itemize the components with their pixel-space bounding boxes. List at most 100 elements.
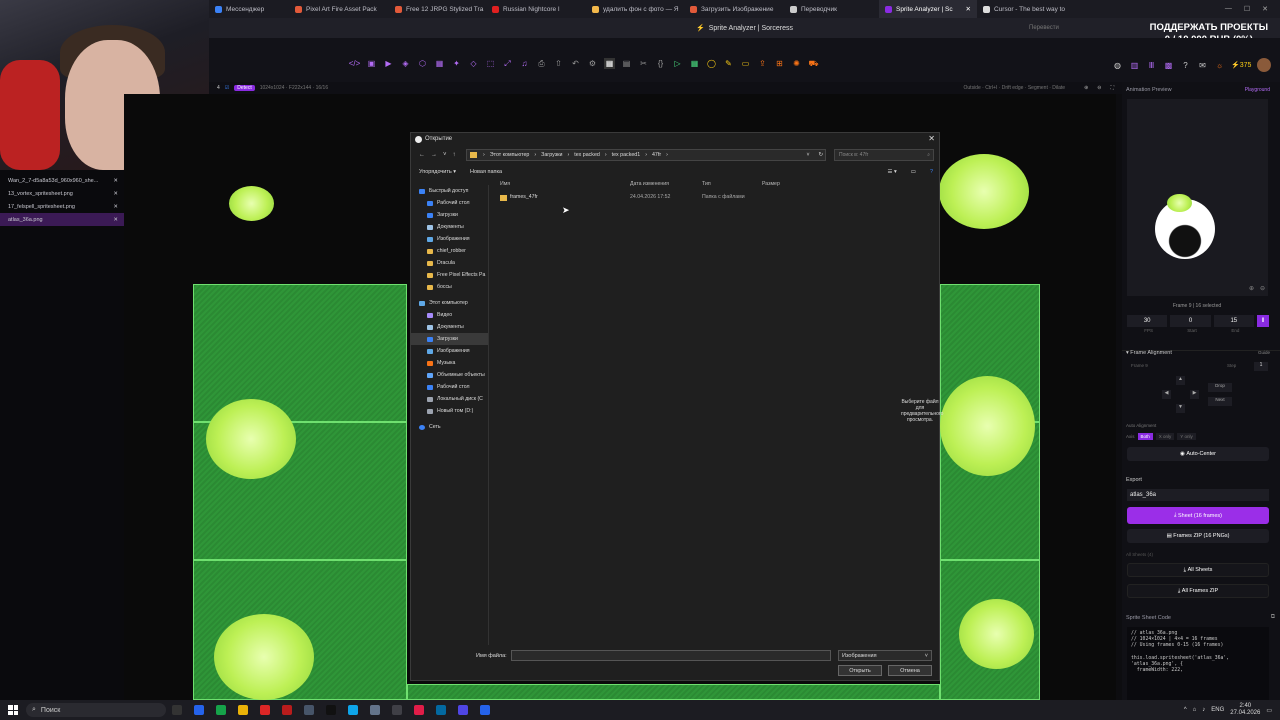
tab-cursor[interactable]: Cursor - The best way to: [977, 0, 1077, 18]
nav-item[interactable]: Новый том (D:): [411, 405, 488, 417]
axis-both-button[interactable]: Both: [1137, 433, 1153, 440]
table-icon[interactable]: ▦: [689, 58, 700, 69]
play-icon[interactable]: ▷: [672, 58, 683, 69]
nav-item[interactable]: Рабочий стол: [411, 381, 488, 393]
video-icon[interactable]: ▶: [383, 58, 394, 69]
auto-center-button[interactable]: ◉ Auto-Center: [1127, 447, 1269, 461]
chrome-icon[interactable]: [216, 705, 226, 715]
export-sheet-button[interactable]: ⤓ Sheet (16 frames): [1127, 507, 1269, 524]
book-icon[interactable]: ▥: [1129, 60, 1140, 71]
store-icon[interactable]: ⊞: [774, 58, 785, 69]
library-icon[interactable]: Ⅲ: [1146, 60, 1157, 71]
sprite-cell[interactable]: [193, 284, 407, 422]
nav-item[interactable]: Документы: [411, 321, 488, 333]
end-input[interactable]: 15: [1213, 315, 1254, 327]
app-h-icon[interactable]: [326, 705, 336, 715]
column-type[interactable]: Тип: [702, 181, 711, 187]
chevron-down-icon[interactable]: ˅: [443, 152, 447, 158]
refresh-icon[interactable]: ↻: [819, 152, 823, 158]
folder-icon[interactable]: ▭: [740, 58, 751, 69]
obs-icon[interactable]: [414, 705, 424, 715]
remove-icon[interactable]: ✕: [113, 178, 118, 184]
help-icon[interactable]: ?: [930, 169, 933, 175]
export-name-input[interactable]: atlas_36a: [1127, 489, 1269, 501]
tab-jrpg[interactable]: Free 12 JRPG Stylized Tra: [389, 0, 486, 18]
tab-fire-asset[interactable]: Pixel Art Fire Asset Pack: [289, 0, 389, 18]
zoom-out-icon[interactable]: ⊖: [1260, 285, 1265, 292]
all-frames-zip-button[interactable]: ⤓ All Frames ZIP: [1127, 584, 1269, 598]
view-options-icon[interactable]: ☰ ▾: [888, 169, 897, 175]
drop-button[interactable]: Drop: [1208, 383, 1232, 392]
undo-icon[interactable]: ↶: [570, 58, 581, 69]
chevron-down-icon[interactable]: ▾: [1126, 350, 1129, 356]
app-icon[interactable]: [458, 705, 468, 715]
windows-start-icon[interactable]: [8, 705, 18, 715]
step-input[interactable]: 1: [1254, 362, 1268, 371]
close-tab-icon[interactable]: ✕: [966, 5, 971, 13]
edge-icon[interactable]: [194, 705, 204, 715]
file-row[interactable]: frames_47fr 24.04.2026 17:52 Папка с фай…: [497, 194, 797, 204]
cart-icon[interactable]: ⛟: [808, 58, 819, 69]
volume-icon[interactable]: ♪: [1202, 707, 1205, 713]
close-icon[interactable]: ✕: [928, 134, 935, 143]
address-bar[interactable]: › Этот компьютер › Загрузки › tex packed › t…: [466, 149, 826, 161]
audio-icon[interactable]: ♫: [519, 58, 530, 69]
sun-icon[interactable]: ☼: [1214, 60, 1225, 71]
remove-icon[interactable]: ✕: [113, 204, 118, 210]
frames-zip-button[interactable]: ▤ Frames ZIP (16 PNGs): [1127, 529, 1269, 543]
network-icon[interactable]: ⌂: [1193, 707, 1197, 713]
tab-nightcore[interactable]: Russian Nightcore I: [486, 0, 586, 18]
file-item-selected[interactable]: atlas_36a.png ✕: [0, 213, 124, 226]
code-block-icon[interactable]: {}: [655, 58, 666, 69]
breadcrumb-item[interactable]: Этот компьютер: [490, 152, 530, 158]
scissors-icon[interactable]: ✂: [638, 58, 649, 69]
image-icon[interactable]: ▣: [366, 58, 377, 69]
taskbar-search[interactable]: ⌕ Поиск: [26, 703, 166, 717]
nav-quick-access[interactable]: Быстрый доступ: [411, 185, 488, 197]
nav-item[interactable]: Документы: [411, 221, 488, 233]
new-folder-button[interactable]: Новая папка: [470, 169, 502, 175]
mail-icon[interactable]: ✉: [1197, 60, 1208, 71]
zoom-in-icon[interactable]: ⊕: [1249, 285, 1254, 292]
chat-icon[interactable]: ◯: [706, 58, 717, 69]
telegram-icon[interactable]: [348, 705, 358, 715]
nav-item[interactable]: Рабочий стол: [411, 197, 488, 209]
column-size[interactable]: Размер: [762, 181, 780, 187]
checkbox-icon[interactable]: ☑: [225, 85, 229, 91]
tray-arrow-icon[interactable]: ^: [1184, 707, 1187, 713]
sprite-grid-icon[interactable]: ▦: [604, 58, 615, 69]
up-arrow-icon[interactable]: ↑: [453, 152, 456, 158]
tab-sprite-analyzer[interactable]: Sprite Analyzer | Sc ✕: [879, 0, 977, 18]
preview-pane-icon[interactable]: ▭: [911, 169, 916, 175]
nav-item[interactable]: Free Pixel Effects Pa: [411, 269, 488, 281]
playground-link[interactable]: Playground: [1245, 87, 1270, 93]
tab-upload-image[interactable]: Загрузить Изображение: [684, 0, 784, 18]
settings-icon[interactable]: [304, 705, 314, 715]
dropdown-icon[interactable]: ˅: [806, 152, 809, 158]
remove-icon[interactable]: ✕: [113, 191, 118, 197]
settings-icon[interactable]: ⚙: [587, 58, 598, 69]
opera-icon[interactable]: [282, 705, 292, 715]
zoom-out-icon[interactable]: ⊖: [1097, 85, 1101, 91]
yandex-icon[interactable]: [260, 705, 270, 715]
nav-item[interactable]: chief_robber: [411, 245, 488, 257]
eraser-icon[interactable]: ◇: [468, 58, 479, 69]
guide-toggle[interactable]: Guide: [1258, 350, 1270, 355]
fit-icon[interactable]: ⛶: [1110, 85, 1114, 91]
print-icon[interactable]: ⎙: [536, 58, 547, 69]
sprite-cell-row[interactable]: [407, 684, 940, 700]
breadcrumb-item[interactable]: tex packed: [574, 152, 600, 158]
settings-gear-icon[interactable]: ✺: [791, 58, 802, 69]
nav-item-selected[interactable]: Загрузки: [411, 333, 488, 345]
remove-icon[interactable]: ✕: [113, 217, 118, 223]
grid-icon[interactable]: ▦: [434, 58, 445, 69]
tab-remove-bg[interactable]: удалить фон с фото — Я: [586, 0, 684, 18]
dialog-search-input[interactable]: Поиск в: 47fr ⌕: [834, 149, 934, 161]
export-icon[interactable]: ⇪: [757, 58, 768, 69]
explorer-icon[interactable]: [238, 705, 248, 715]
close-window-icon[interactable]: ✕: [1262, 5, 1268, 13]
nav-this-pc[interactable]: Этот компьютер: [411, 297, 488, 309]
arrow-left-icon[interactable]: ◀: [1162, 390, 1171, 399]
axis-x-button[interactable]: X only: [1155, 433, 1175, 440]
nav-item[interactable]: Dracula: [411, 257, 488, 269]
